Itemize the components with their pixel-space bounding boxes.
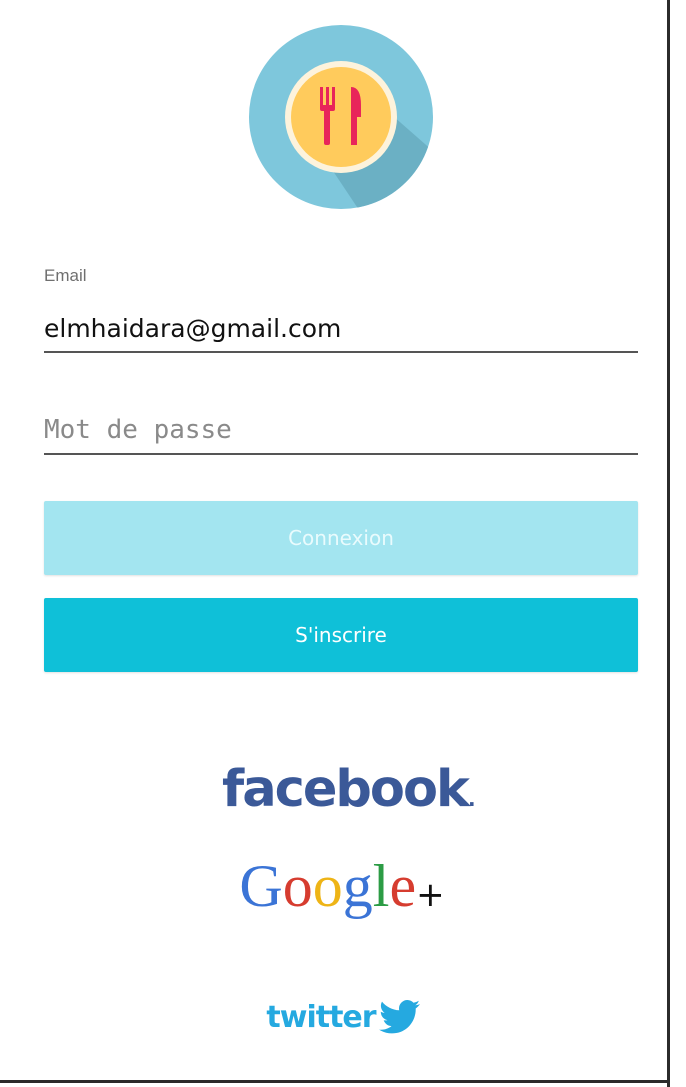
twitter-wordmark: twitter bbox=[266, 999, 376, 1035]
facebook-login-logo[interactable]: facebook. bbox=[222, 760, 476, 832]
google-letter-l: l bbox=[372, 853, 390, 919]
email-underline bbox=[44, 351, 638, 353]
google-plus-sign: + bbox=[416, 875, 445, 915]
password-underline bbox=[44, 453, 638, 455]
email-field[interactable] bbox=[44, 306, 638, 350]
twitter-login-logo[interactable]: twitter bbox=[234, 992, 454, 1042]
google-letter-o1: o bbox=[282, 853, 313, 919]
google-letter-g2: g bbox=[342, 853, 373, 919]
frame-border-bottom bbox=[0, 1080, 670, 1083]
frame-border-right bbox=[667, 0, 670, 1087]
twitter-bird-icon bbox=[378, 1000, 420, 1034]
password-field[interactable] bbox=[44, 408, 638, 452]
google-letter-e: e bbox=[389, 853, 417, 919]
fork-knife-icon bbox=[249, 25, 433, 209]
facebook-wordmark: facebook bbox=[222, 760, 470, 819]
email-label: Email bbox=[44, 266, 87, 285]
facebook-dot: . bbox=[467, 787, 476, 811]
google-letter-o2: o bbox=[312, 853, 343, 919]
signup-button[interactable]: S'inscrire bbox=[44, 598, 638, 672]
login-button[interactable]: Connexion bbox=[44, 501, 638, 575]
app-logo bbox=[249, 25, 433, 209]
google-letter-g: G bbox=[239, 853, 283, 919]
google-plus-login-logo[interactable]: Google+ bbox=[212, 852, 472, 942]
